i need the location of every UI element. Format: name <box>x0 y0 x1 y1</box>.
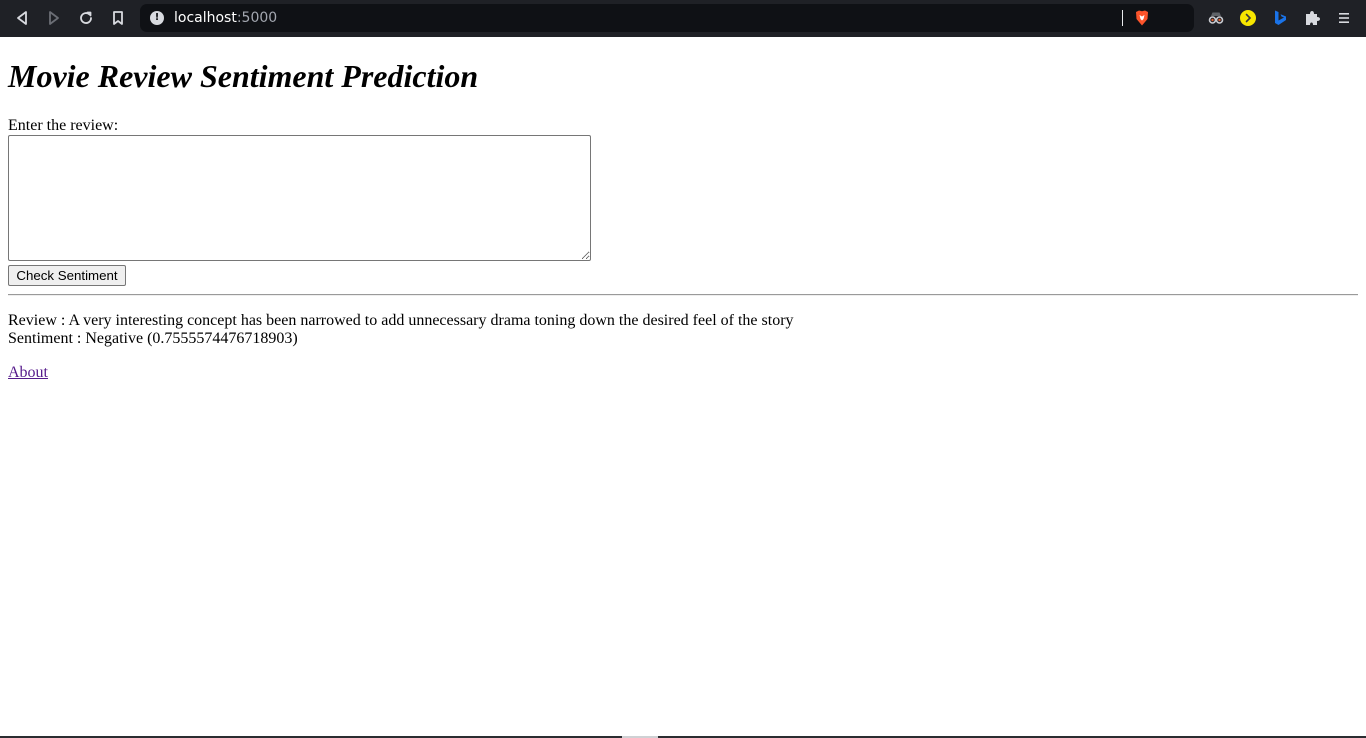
reload-icon <box>80 11 92 24</box>
review-textarea[interactable] <box>8 135 591 261</box>
bookmark-icon <box>113 11 123 25</box>
puzzle-extensions-icon[interactable] <box>1303 9 1321 27</box>
forward-button[interactable] <box>42 6 66 30</box>
blue-b-extension-icon[interactable] <box>1271 9 1289 27</box>
menu-icon[interactable] <box>1335 9 1353 27</box>
url-text[interactable]: localhost:5000 <box>174 9 277 27</box>
incognito-glasses-icon[interactable] <box>1207 9 1225 27</box>
reload-button[interactable] <box>74 6 98 30</box>
site-info-icon[interactable]: ! <box>150 11 164 25</box>
review-label: Enter the review: <box>8 117 119 134</box>
bookmark-button[interactable] <box>106 6 130 30</box>
address-bar[interactable]: ! localhost:5000 <box>140 4 1194 32</box>
about-link[interactable]: About <box>8 364 48 382</box>
sentiment-result: Sentiment : Negative (0.7555574476718903… <box>8 330 298 347</box>
check-sentiment-button[interactable]: Check Sentiment <box>8 265 126 286</box>
page-title: Movie Review Sentiment Prediction <box>8 58 479 94</box>
back-arrow-icon <box>17 11 27 25</box>
forward-arrow-icon <box>49 11 59 25</box>
back-button[interactable] <box>10 6 34 30</box>
url-host: localhost <box>174 10 237 26</box>
page-content: Movie Review Sentiment Prediction Enter … <box>0 37 1366 738</box>
brave-shields-icon[interactable] <box>1133 9 1151 27</box>
browser-toolbar: ! localhost:5000 <box>0 0 1366 37</box>
review-result: Review : A very interesting concept has … <box>8 312 794 329</box>
result-divider <box>8 294 1358 296</box>
url-port: :5000 <box>236 10 278 26</box>
address-bar-divider <box>1122 10 1123 26</box>
yellow-circle-extension-icon[interactable] <box>1239 9 1257 27</box>
